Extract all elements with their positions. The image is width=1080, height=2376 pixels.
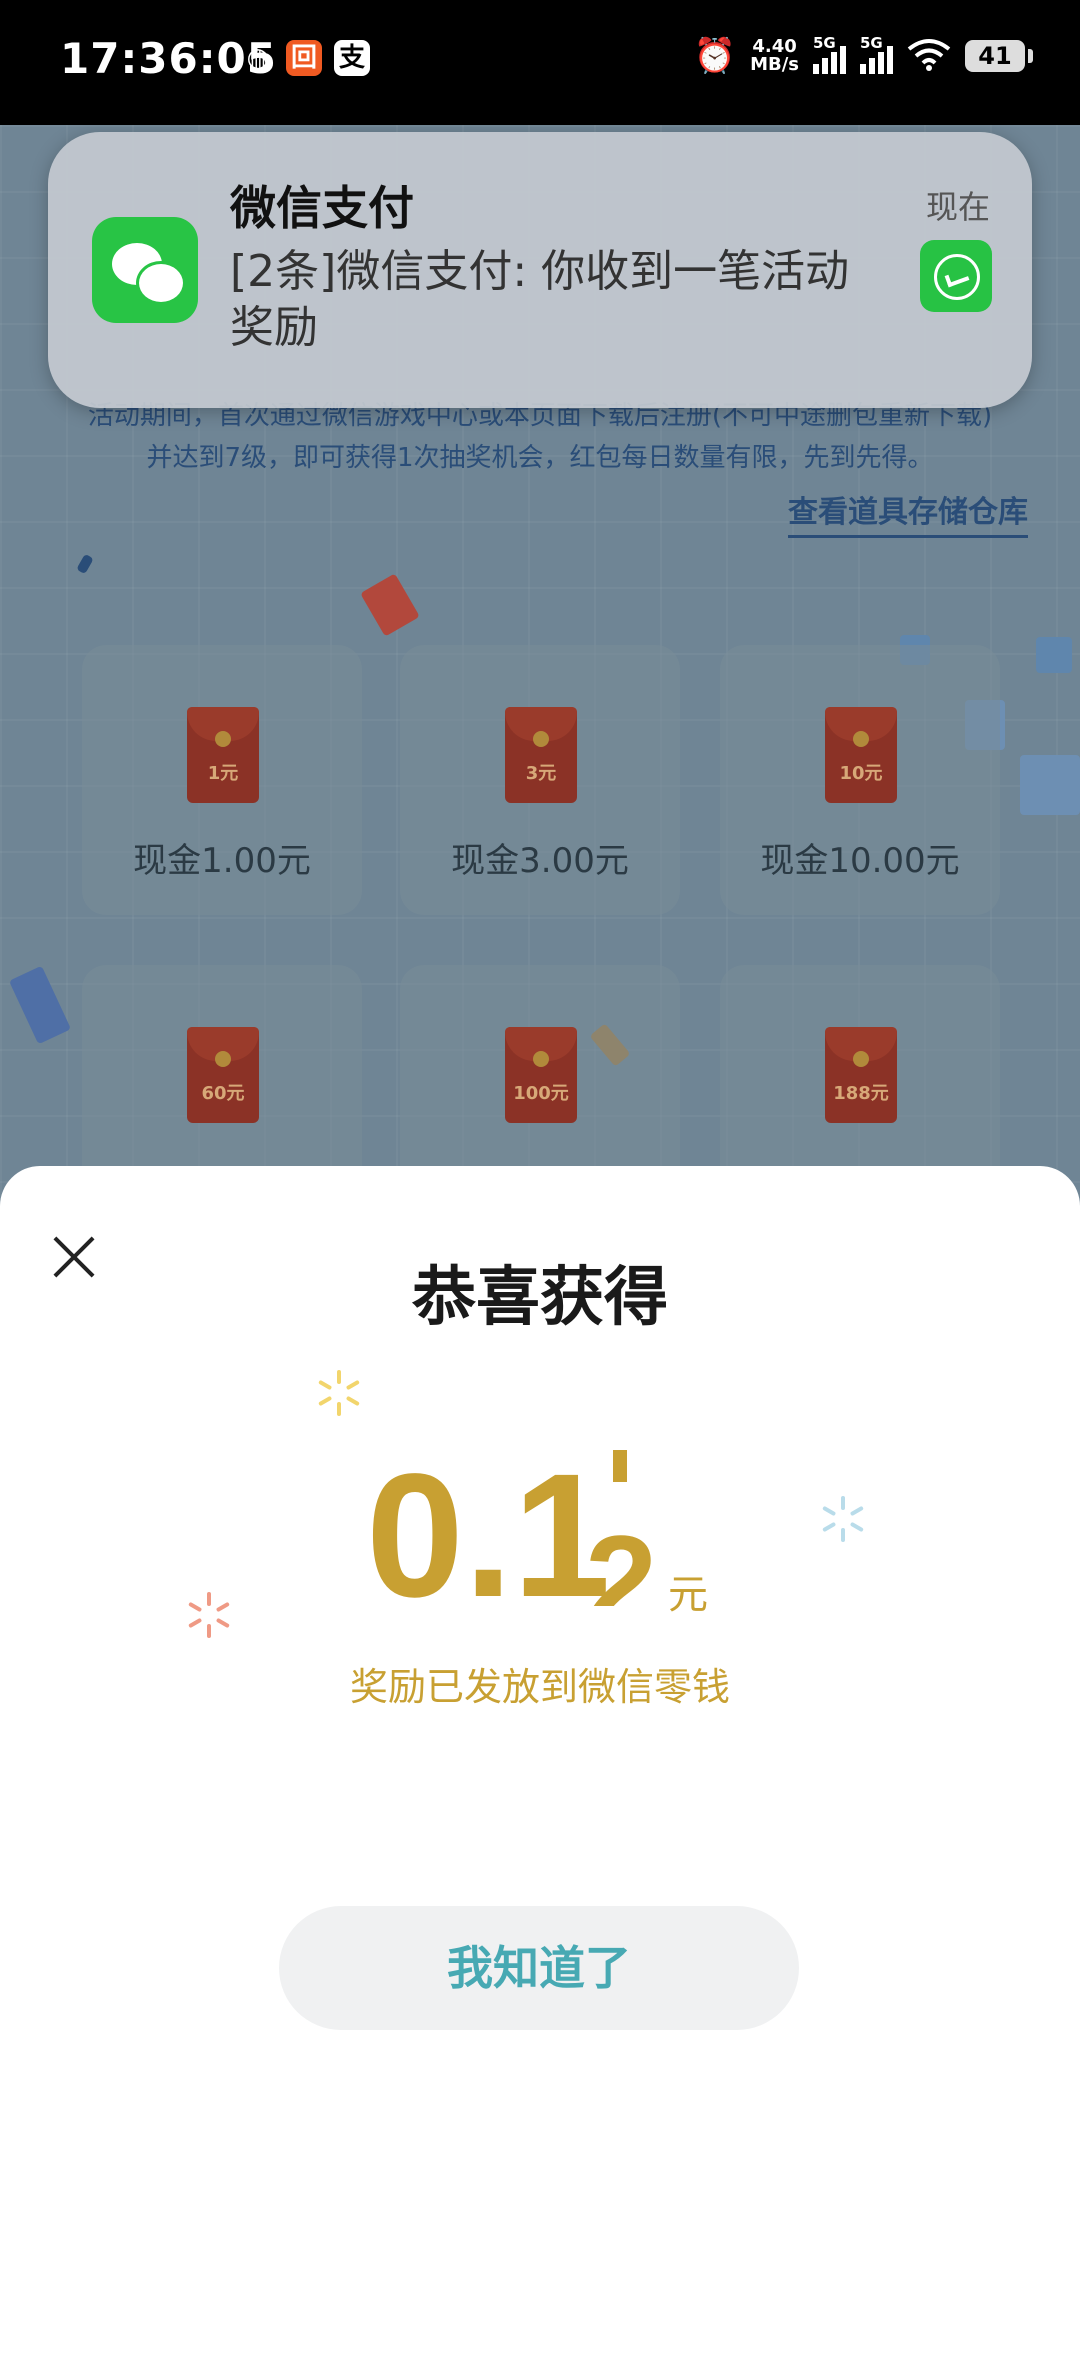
red-envelope-icon: 60元 — [187, 1027, 259, 1123]
battery-icon: 41 — [965, 40, 1033, 72]
envelope-amount: 60元 — [201, 1083, 245, 1104]
envelope-amount: 1元 — [207, 763, 239, 784]
sim2-label: 5G — [860, 34, 883, 52]
prize-label: 现金10.00元 — [760, 841, 960, 881]
alarm-icon: ⏰ — [693, 36, 737, 76]
red-envelope-icon: 188元 — [825, 1027, 897, 1123]
prize-card: 1元 现金1.00元 — [82, 645, 362, 915]
confetti-piece — [76, 553, 94, 575]
envelope-amount: 3元 — [525, 763, 557, 784]
wechat-pay-icon — [920, 240, 992, 312]
prize-card: 10元 现金10.00元 — [720, 645, 1000, 915]
status-indicators: ⏰ 4.40 MB/s 5G 5G 41 — [693, 34, 1033, 76]
rolling-digit: 2 — [585, 1508, 658, 1606]
wechat-pay-notification[interactable]: 微信支付 [2条]微信支付: 你收到一笔活动奖励 现在 — [48, 132, 1032, 408]
amount-unit: 元 — [668, 1572, 708, 1618]
red-envelope-icon: 3元 — [505, 707, 577, 803]
alipay-icon: 支 — [334, 40, 370, 76]
rules-line-2: 并达到7级，即可获得1次抽奖机会，红包每日数量有限，先到先得。 — [146, 443, 934, 473]
storage-link[interactable]: 查看道具存储仓库 — [788, 487, 1028, 538]
signal-icon-sim2: 5G — [860, 34, 893, 74]
wechat-app-icon — [92, 217, 198, 323]
net-speed-unit: MB/s — [750, 54, 799, 75]
prize-label: 现金1.00元 — [133, 841, 311, 881]
confetti-piece — [8, 965, 72, 1045]
status-bar: 17:36:05 ◍ 回 支 ⏰ 4.40 MB/s 5G 5G 41 — [0, 0, 1080, 125]
red-envelope-icon: 10元 — [825, 707, 897, 803]
prize-card: 3元 现金3.00元 — [400, 645, 680, 915]
red-envelope-icon: 100元 — [505, 1027, 577, 1123]
sparkle-icon — [316, 1370, 362, 1416]
wechat-icon: ◍ — [246, 43, 270, 73]
envelope-amount: 188元 — [833, 1083, 889, 1104]
got-it-button[interactable]: 我知道了 — [279, 1906, 799, 2030]
reward-amount: 0.1 2 元 — [0, 1450, 1080, 1618]
prize-label: 现金3.00元 — [451, 841, 629, 881]
sim1-label: 5G — [813, 34, 836, 52]
sheet-title: 恭喜获得 — [412, 1261, 668, 1335]
notification-body: [2条]微信支付: 你收到一笔活动奖励 — [230, 246, 850, 353]
reward-result-sheet: 恭喜获得 0.1 2 元 奖励已发放到微信零钱 我知道了 — [0, 1166, 1080, 2376]
envelope-amount: 10元 — [839, 763, 883, 784]
notification-title: 微信支付 — [230, 181, 414, 235]
envelope-amount: 100元 — [513, 1083, 569, 1104]
red-envelope-icon: 1元 — [187, 707, 259, 803]
notification-time: 现在 — [925, 188, 990, 226]
orange-app-icon: 回 — [286, 40, 322, 76]
amount-rolling-digit: 2 — [585, 1450, 665, 1606]
confetti-piece — [360, 573, 420, 637]
amount-value: 0.1 — [366, 1456, 611, 1606]
wifi-icon — [907, 37, 951, 75]
confetti-piece — [1036, 637, 1072, 673]
signal-icon-sim1: 5G — [813, 34, 846, 74]
confetti-piece — [1020, 755, 1080, 815]
reward-subtitle: 奖励已发放到微信零钱 — [349, 1665, 730, 1709]
net-speed: 4.40 MB/s — [750, 38, 799, 74]
